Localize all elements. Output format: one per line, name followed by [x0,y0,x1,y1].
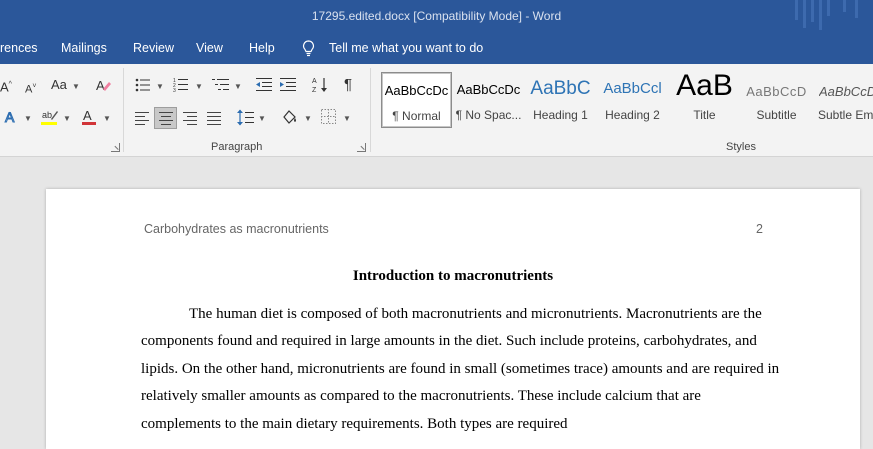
svg-text:A: A [5,109,15,125]
chevron-down-icon[interactable]: ▼ [343,114,351,123]
document-canvas: Carbohydrates as macronutrients 2 Introd… [0,158,873,449]
style-no-spacing[interactable]: AaBbCcDc ¶ No Spac... [453,72,524,128]
style-label: Title [693,108,716,122]
body-paragraph: The human diet is composed of both macro… [141,306,780,432]
align-left-icon[interactable] [135,112,149,128]
style-subtitle[interactable]: AaBbCcD Subtitle [741,72,812,128]
change-case-button[interactable]: Aa [51,77,67,93]
style-heading-1[interactable]: AaBbC Heading 1 [525,72,596,128]
style-sample: AaBbC [530,78,591,99]
tab-mailings[interactable]: Mailings [61,41,107,55]
style-sample: AaBbCcD [819,84,873,99]
chevron-down-icon[interactable]: ▼ [258,114,266,123]
show-formatting-marks-icon[interactable]: ¶ [344,77,352,93]
svg-text:3: 3 [173,88,176,93]
group-divider [123,68,124,152]
running-header: Carbohydrates as macronutrients [144,222,329,236]
chevron-down-icon[interactable]: ▼ [24,114,32,123]
svg-text:A: A [83,108,92,123]
chevron-down-icon[interactable]: ▼ [234,82,242,91]
style-sample: AaBbCcl [603,80,662,97]
chevron-down-icon[interactable]: ▼ [304,114,312,123]
paragraph-dialog-launcher-icon[interactable] [357,143,366,152]
style-heading-2[interactable]: AaBbCcl Heading 2 [597,72,668,128]
numbering-icon[interactable]: 1 2 3 [173,77,189,93]
tab-help[interactable]: Help [249,41,275,55]
style-label: Heading 2 [605,108,660,122]
decrease-indent-icon[interactable] [256,77,273,92]
window-title: 17295.edited.docx [Compatibility Mode] -… [311,9,562,23]
svg-text:Z: Z [312,87,317,94]
borders-icon[interactable] [321,109,336,124]
style-sample: AaBbCcDc [384,83,449,98]
chevron-down-icon[interactable]: ▼ [63,114,71,123]
style-sample: AaBbCcDc [456,82,521,97]
chevron-down-icon[interactable]: ▼ [156,82,164,91]
font-color-icon[interactable]: A [81,108,97,126]
shading-icon[interactable] [281,108,299,126]
style-label: ¶ No Spac... [455,108,522,122]
style-subtle-emphasis[interactable]: AaBbCcD Subtle Em... [813,72,873,128]
lightbulb-icon [303,40,314,57]
align-right-icon[interactable] [183,112,197,128]
svg-text:A: A [312,78,317,85]
tab-view[interactable]: View [196,41,223,55]
title-bar: 17295.edited.docx [Compatibility Mode] -… [0,0,873,33]
line-spacing-icon[interactable] [237,109,254,126]
svg-text:ab: ab [42,110,52,120]
style-normal[interactable]: AaBbCcDc ¶ Normal [381,72,452,128]
shrink-font-icon[interactable]: A˅ [25,79,36,98]
ribbon-tabs: rences Mailings Review View Help Tell me… [0,33,873,64]
paragraph-group-label: Paragraph [211,141,263,153]
style-label: ¶ Normal [392,109,441,123]
style-title[interactable]: AaB Title [669,69,740,128]
align-center-button[interactable] [154,107,177,129]
tab-references[interactable]: rences [0,41,38,55]
multilevel-list-icon[interactable] [212,77,230,93]
style-sample: AaBbCcD [746,84,807,99]
style-sample: AaB [676,69,733,102]
justify-icon[interactable] [207,112,221,128]
chevron-down-icon[interactable]: ▼ [72,82,80,91]
font-dialog-launcher-icon[interactable] [111,143,120,152]
tell-me-search[interactable]: Tell me what you want to do [329,41,483,55]
style-label: Heading 1 [533,108,588,122]
styles-group-label: Styles [726,141,756,153]
group-divider [370,68,371,152]
sort-icon[interactable]: AZ [312,76,328,94]
title-bar-decoration [793,0,873,33]
chevron-down-icon[interactable]: ▼ [195,82,203,91]
document-page[interactable]: Carbohydrates as macronutrients 2 Introd… [46,189,860,449]
ribbon-body: A^ A˅ Aa ▼ A A ▼ ab ▼ A ▼ ▼ 1 2 3 ▼ ▼ A … [0,64,873,157]
style-label: Subtle Em... [818,108,873,122]
style-label: Subtitle [756,108,797,122]
page-number: 2 [756,222,763,236]
align-center-icon [159,112,173,128]
grow-font-icon[interactable]: A^ [0,77,12,95]
svg-text:A: A [96,78,105,93]
highlighter-icon[interactable]: ab [40,108,60,126]
text-effects-icon[interactable]: A [4,109,21,125]
increase-indent-icon[interactable] [280,77,297,92]
document-heading: Introduction to macronutrients [352,268,554,284]
chevron-down-icon[interactable]: ▼ [103,114,111,123]
tab-review[interactable]: Review [133,41,174,55]
clear-formatting-icon[interactable]: A [95,77,112,93]
bullets-icon[interactable] [135,78,151,92]
